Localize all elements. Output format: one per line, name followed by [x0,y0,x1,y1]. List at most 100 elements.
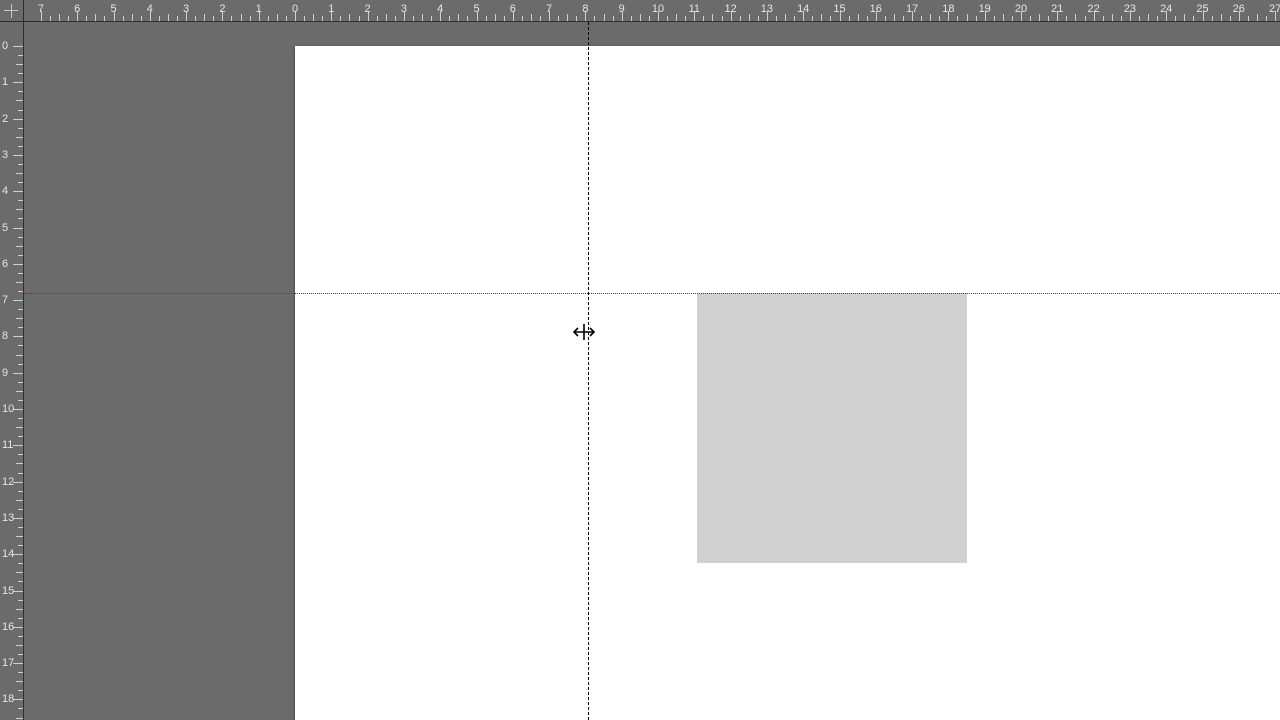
h-ruler-tick-minor [821,14,822,21]
h-ruler-label: 3 [183,3,189,15]
v-ruler-tick-minor [16,500,23,501]
h-ruler-tick-minor [1103,16,1104,21]
h-ruler-tick-minor [250,16,251,21]
h-ruler-tick-minor [141,16,142,21]
h-ruler-tick-minor [604,14,605,21]
h-ruler-tick-minor [1148,14,1149,21]
v-ruler-tick-minor [18,418,23,419]
v-ruler-tick-minor [16,64,23,65]
h-ruler-tick-minor [976,16,977,21]
v-ruler-label: 4 [2,185,8,197]
h-ruler-tick-minor [1121,16,1122,21]
h-ruler-tick-minor [304,16,305,21]
v-ruler-tick-major [13,518,23,519]
rectangle-shape[interactable] [697,293,967,563]
v-ruler-label: 13 [2,512,14,524]
h-ruler-label: 15 [833,3,845,15]
v-ruler-label: 18 [2,693,14,705]
v-ruler-tick-major [13,155,23,156]
h-ruler-tick-minor [1075,14,1076,21]
h-ruler-label: 18 [942,3,954,15]
h-ruler-tick-minor [1221,14,1222,21]
h-ruler-tick-minor [667,16,668,21]
h-ruler-tick-minor [123,16,124,21]
v-ruler-tick-minor [16,100,23,101]
v-ruler-tick-major [13,445,23,446]
h-ruler-label: 22 [1087,3,1099,15]
h-ruler-label: 27 [1269,3,1280,15]
h-ruler-tick-minor [495,14,496,21]
h-ruler-tick-minor [1248,16,1249,21]
v-ruler-tick-minor [18,164,23,165]
h-ruler-tick-minor [486,16,487,21]
v-ruler-tick-minor [16,318,23,319]
h-ruler-tick-minor [168,14,169,21]
h-ruler-tick-minor [722,16,723,21]
v-ruler-tick-minor [16,246,23,247]
h-ruler-tick-minor [231,16,232,21]
v-ruler-tick-minor [18,73,23,74]
horizontal-guide[interactable] [24,293,1280,294]
h-ruler-tick-minor [676,14,677,21]
h-ruler-label: 7 [546,3,552,15]
h-ruler-tick-minor [794,16,795,21]
h-ruler-tick-minor [458,14,459,21]
h-ruler-tick-minor [413,16,414,21]
h-ruler-tick-minor [594,16,595,21]
v-ruler-tick-minor [18,563,23,564]
v-ruler-tick-minor [18,291,23,292]
horizontal-ruler[interactable]: 7654321012345678910111213141516171819202… [24,0,1280,22]
v-ruler-tick-minor [18,237,23,238]
v-ruler-tick-minor [18,273,23,274]
v-ruler-label: 2 [2,113,8,125]
v-ruler-tick-minor [18,491,23,492]
v-ruler-tick-minor [18,600,23,601]
v-ruler-tick-major [13,591,23,592]
v-ruler-tick-minor [18,110,23,111]
h-ruler-tick-minor [1230,16,1231,21]
h-ruler-label: 11 [689,3,700,15]
v-ruler-tick-minor [18,708,23,709]
v-ruler-tick-minor [18,545,23,546]
h-ruler-tick-minor [159,16,160,21]
v-ruler-tick-minor [18,327,23,328]
v-ruler-tick-minor [16,137,23,138]
h-ruler-label: 6 [74,3,80,15]
h-ruler-tick-minor [322,16,323,21]
ruler-origin-corner[interactable] [0,0,24,22]
h-ruler-label: 10 [652,3,664,15]
h-ruler-label: 12 [724,3,736,15]
h-ruler-tick-minor [930,14,931,21]
h-ruler-label: 16 [870,3,882,15]
vertical-ruler[interactable]: 0123456789101112131415161718 [0,22,24,720]
h-ruler-tick-minor [740,16,741,21]
h-ruler-tick-minor [1066,16,1067,21]
h-ruler-tick-minor [59,14,60,21]
v-ruler-tick-minor [18,255,23,256]
h-ruler-tick-minor [785,14,786,21]
h-ruler-tick-minor [340,16,341,21]
h-ruler-tick-minor [177,16,178,21]
h-ruler-tick-minor [685,16,686,21]
canvas-viewport[interactable] [24,22,1280,720]
h-ruler-tick-minor [776,16,777,21]
h-ruler-tick-minor [894,14,895,21]
h-ruler-tick-minor [631,16,632,21]
h-ruler-tick-minor [1257,14,1258,21]
h-ruler-tick-minor [576,16,577,21]
v-ruler-tick-major [13,46,23,47]
h-ruler-label: 8 [582,3,588,15]
h-ruler-tick-minor [213,16,214,21]
vertical-guide[interactable] [588,22,589,720]
v-ruler-tick-minor [16,282,23,283]
v-ruler-tick-major [13,663,23,664]
h-ruler-label: 6 [510,3,516,15]
h-ruler-label: 2 [219,3,225,15]
v-ruler-tick-minor [16,427,23,428]
h-ruler-tick-minor [531,14,532,21]
h-ruler-tick-minor [613,16,614,21]
v-ruler-tick-minor [18,690,23,691]
v-ruler-tick-minor [18,200,23,201]
h-ruler-label: 25 [1196,3,1208,15]
h-ruler-tick-minor [431,16,432,21]
